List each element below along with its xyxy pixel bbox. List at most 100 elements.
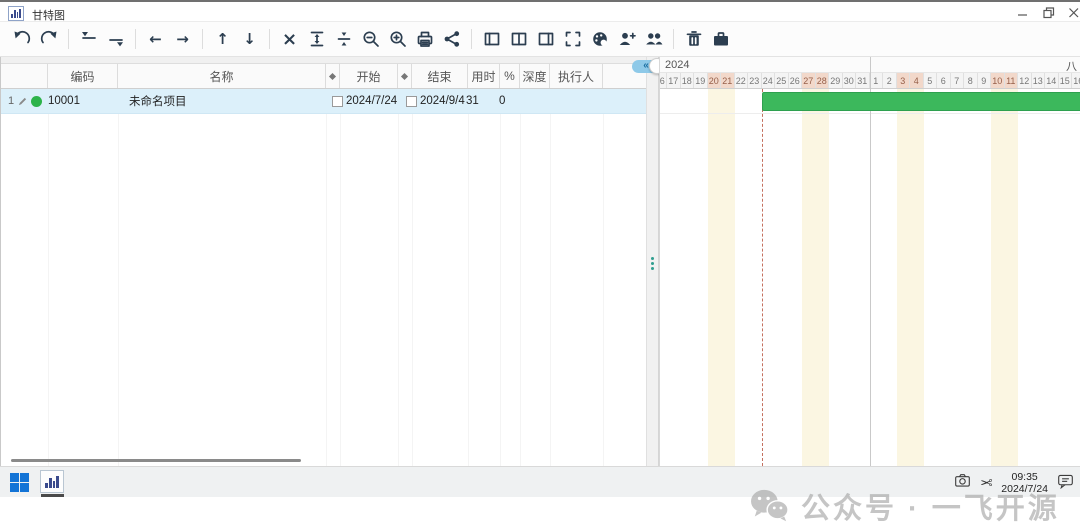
watermark-text: 公众号 · 一飞开源 — [801, 485, 1060, 527]
undo-button[interactable] — [8, 26, 35, 52]
today-line — [762, 89, 763, 466]
row-index: 1 — [8, 95, 14, 107]
edit-pencil-icon[interactable] — [18, 97, 27, 106]
cell-name[interactable]: 未命名项目 — [118, 89, 326, 113]
collapse-all-button[interactable] — [330, 26, 357, 52]
redo-button[interactable] — [35, 26, 62, 52]
zoom-out-button[interactable] — [357, 26, 384, 52]
task-row[interactable]: 1 10001 未命名项目 2024/7/24 2024/9/4 31 0 — [1, 89, 646, 114]
close-button[interactable] — [1063, 5, 1080, 21]
fullscreen-icon — [563, 29, 583, 49]
share-button[interactable] — [438, 26, 465, 52]
header-end-marker[interactable] — [398, 64, 412, 88]
briefcase-icon — [711, 29, 731, 49]
insert-before-button[interactable] — [75, 26, 102, 52]
users-button[interactable] — [640, 26, 667, 52]
window-title: 甘特图 — [32, 7, 65, 23]
wechat-icon — [749, 487, 791, 525]
month-separator-header — [870, 57, 871, 89]
gantt-bar[interactable] — [762, 92, 1080, 111]
header-code[interactable]: 编码 — [48, 64, 118, 88]
toolbox-button[interactable] — [707, 26, 734, 52]
trash-button[interactable] — [680, 26, 707, 52]
day-cell: 13 — [1032, 73, 1046, 88]
header-percent[interactable]: % — [500, 64, 520, 88]
windows-start-button[interactable] — [10, 473, 29, 492]
panel-right-view-button[interactable] — [532, 26, 559, 52]
panel-left-icon — [482, 29, 502, 49]
year-label: 2024 — [665, 59, 689, 71]
status-dot-icon — [31, 96, 42, 107]
cell-percent[interactable]: 0 — [494, 89, 514, 113]
move-left-button[interactable]: ← — [142, 26, 169, 52]
cell-duration[interactable]: 31 — [462, 89, 494, 113]
share-icon — [442, 29, 462, 49]
insert-after-button[interactable] — [102, 26, 129, 52]
move-up-button[interactable]: ↑ — [209, 26, 236, 52]
insert-before-icon — [79, 29, 99, 49]
splitter-grip-icon[interactable] — [651, 257, 654, 270]
panel-both-view-button[interactable] — [505, 26, 532, 52]
delete-button[interactable]: × — [276, 26, 303, 52]
arrow-down-icon: ↓ — [243, 30, 256, 48]
print-button[interactable] — [411, 26, 438, 52]
header-depth[interactable]: 深度 — [520, 64, 550, 88]
taskbar-app-icon[interactable] — [40, 470, 64, 493]
day-cell: 3 — [897, 73, 911, 88]
header-row-handle — [1, 64, 48, 88]
expand-all-button[interactable] — [303, 26, 330, 52]
header-name[interactable]: 名称 — [118, 64, 326, 88]
panel-left-view-button[interactable] — [478, 26, 505, 52]
day-cell: 22 — [735, 73, 749, 88]
cell-executor[interactable] — [544, 89, 597, 113]
cell-depth[interactable] — [514, 89, 544, 113]
horizontal-scrollbar-thumb[interactable] — [11, 459, 301, 462]
cell-start[interactable]: 2024/7/24 — [332, 89, 390, 113]
day-cell: 10 — [991, 73, 1005, 88]
print-icon — [415, 29, 435, 49]
add-user-button[interactable] — [613, 26, 640, 52]
minimize-button[interactable] — [1012, 5, 1034, 21]
cell-end[interactable]: 2024/9/4 — [406, 89, 462, 113]
day-cell: 9 — [978, 73, 992, 88]
day-cell: 29 — [829, 73, 843, 88]
fullscreen-button[interactable] — [559, 26, 586, 52]
main-area: 编码 名称 开始 结束 用时 % 深度 执行人 1 10001 未命名项目 20… — [0, 57, 1080, 466]
month-separator-line — [870, 89, 871, 466]
day-cell: 16 — [1072, 73, 1080, 88]
zoom-out-icon — [361, 29, 381, 49]
move-down-button[interactable]: ↓ — [236, 26, 263, 52]
app-window-icon — [8, 6, 24, 21]
day-cell: 24 — [762, 73, 776, 88]
zoom-in-icon — [388, 29, 408, 49]
milestone-marker-icon — [401, 72, 408, 79]
day-cell: 19 — [694, 73, 708, 88]
collapse-rows-icon — [334, 29, 354, 49]
watermark: 公众号 · 一飞开源 — [749, 485, 1060, 527]
day-cell: 4 — [910, 73, 924, 88]
day-cell: 23 — [748, 73, 762, 88]
theme-button[interactable] — [586, 26, 613, 52]
header-start[interactable]: 开始 — [340, 64, 398, 88]
end-checkbox[interactable] — [406, 96, 417, 107]
header-executor[interactable]: 执行人 — [550, 64, 603, 88]
header-start-marker[interactable] — [326, 64, 340, 88]
day-cell: 31 — [856, 73, 870, 88]
day-cell: 28 — [816, 73, 830, 88]
zoom-in-button[interactable] — [384, 26, 411, 52]
header-duration[interactable]: 用时 — [468, 64, 500, 88]
add-user-icon — [617, 29, 637, 49]
milestone-marker-icon — [329, 72, 336, 79]
move-right-button[interactable]: → — [169, 26, 196, 52]
header-end[interactable]: 结束 — [412, 64, 468, 88]
day-cell: 25 — [775, 73, 789, 88]
trash-icon — [684, 29, 704, 49]
day-cell: 18 — [681, 73, 695, 88]
undo-icon — [12, 29, 32, 49]
day-cell: 11 — [1005, 73, 1019, 88]
restore-button[interactable] — [1038, 5, 1060, 21]
start-checkbox[interactable] — [332, 96, 343, 107]
panel-split-icon — [509, 29, 529, 49]
title-bar: 甘特图 — [0, 0, 1080, 22]
cell-code[interactable]: 10001 — [48, 89, 118, 113]
